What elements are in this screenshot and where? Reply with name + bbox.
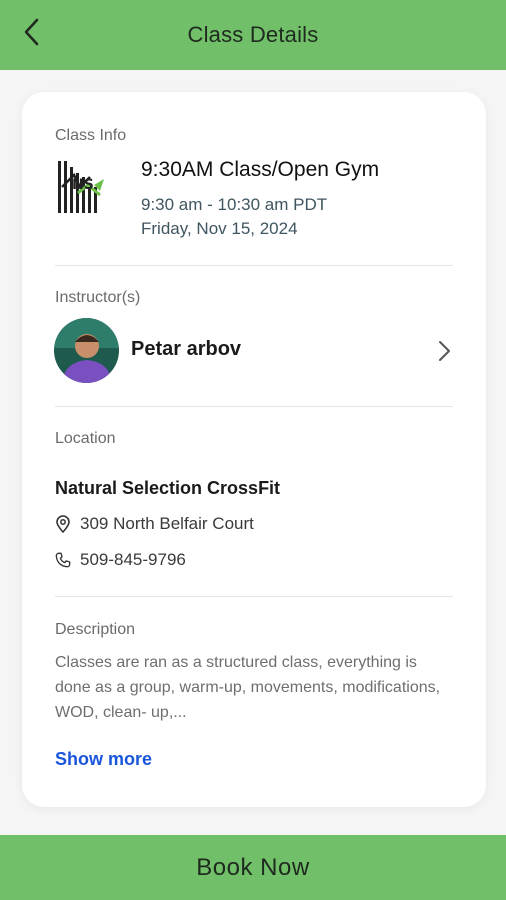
page-title: Class Details (187, 22, 319, 47)
address-row[interactable]: 309 North Belfair Court (55, 514, 254, 534)
back-arrow-icon (24, 18, 39, 46)
chevron-right-icon (439, 341, 450, 361)
class-title: 9:30AM Class/Open Gym (141, 158, 380, 181)
location-phone: 509-845-9796 (80, 550, 186, 569)
class-time: 9:30 am - 10:30 am PDT (141, 195, 328, 214)
description-label: Description (55, 621, 136, 638)
location-name: Natural Selection CrossFit (55, 478, 281, 498)
instructor-label: Instructor(s) (55, 289, 141, 306)
description-text: Classes are ran as a structured class, e… (55, 654, 441, 721)
book-now-button[interactable]: Book Now (0, 835, 506, 900)
class-details-card: Class Info NS 9:30AM Class/Open Gym 9:30… (22, 92, 486, 807)
back-button[interactable] (14, 14, 50, 50)
location-label: Location (55, 430, 116, 447)
gym-logo: NS (54, 157, 112, 219)
phone-row[interactable]: 509-845-9796 (55, 550, 186, 570)
divider (55, 265, 453, 266)
app-header: Class Details (0, 0, 506, 70)
class-date: Friday, Nov 15, 2024 (141, 219, 298, 238)
divider (55, 406, 453, 407)
phone-icon (55, 551, 71, 569)
gym-logo-icon: NS (58, 161, 104, 213)
logo-text: NS (72, 177, 94, 193)
book-now-label: Book Now (196, 853, 310, 881)
show-more-link[interactable]: Show more (55, 749, 152, 770)
instructor-name: Petar arbov (131, 338, 242, 360)
location-pin-icon (55, 515, 71, 533)
class-info-label: Class Info (55, 127, 127, 144)
divider (55, 596, 453, 597)
instructor-avatar (54, 318, 119, 383)
location-address: 309 North Belfair Court (80, 514, 254, 533)
instructor-row[interactable]: Petar arbov (54, 318, 456, 384)
